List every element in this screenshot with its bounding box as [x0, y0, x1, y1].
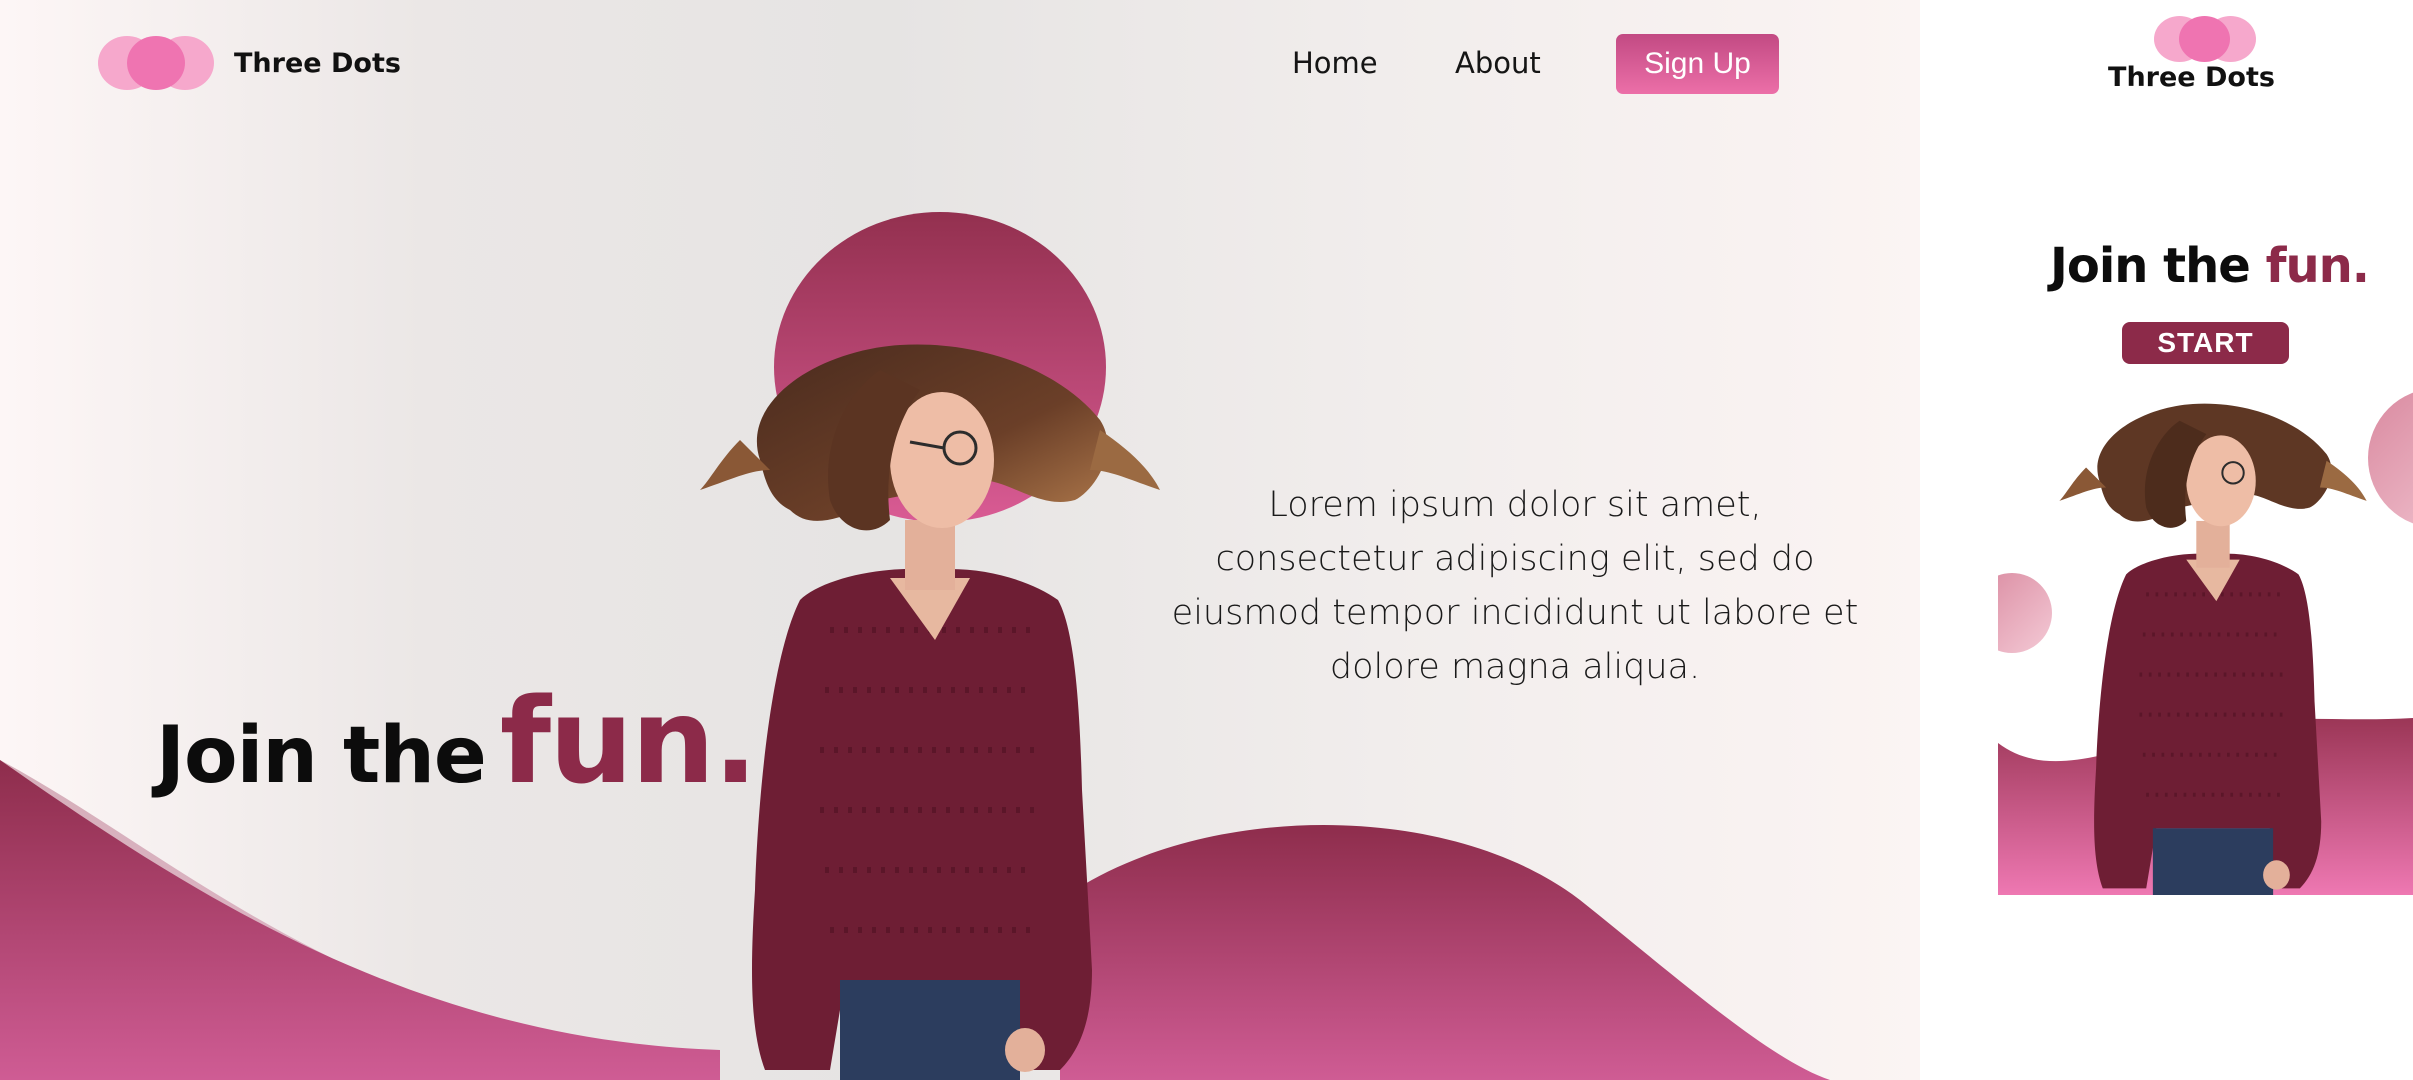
desktop-landing-page: Three Dots Home About Sign Up Join the f… [0, 0, 1920, 1080]
hero-title-prefix: Join the [156, 711, 487, 801]
hero-description: Lorem ipsum dolor sit amet, consectetur … [1171, 485, 1859, 687]
mobile-hero-visual [1998, 388, 2413, 895]
brand-logo[interactable]: Three Dots [98, 36, 401, 90]
sign-up-button[interactable]: Sign Up [1616, 34, 1779, 94]
hero-title-accent: fun. [499, 672, 758, 810]
mobile-landing-page: Three Dots Join the fun. START [1920, 0, 2413, 1080]
mobile-hero-title: Join the fun. [2050, 238, 2370, 294]
mobile-hero-title-accent: fun. [2265, 238, 2370, 294]
nav-home-link[interactable]: Home [1292, 46, 1378, 80]
brand-name: Three Dots [2108, 62, 2275, 93]
mobile-person-image [2059, 403, 2367, 895]
hero-title: Join the fun. [156, 672, 758, 810]
brand-name: Three Dots [234, 47, 401, 79]
nav-about-link[interactable]: About [1455, 46, 1541, 80]
three-dots-logo-icon[interactable] [2154, 16, 2256, 62]
mobile-hero-title-prefix: Join the [2050, 238, 2251, 294]
three-dots-logo-icon [98, 36, 214, 90]
start-button[interactable]: START [2122, 322, 2289, 364]
